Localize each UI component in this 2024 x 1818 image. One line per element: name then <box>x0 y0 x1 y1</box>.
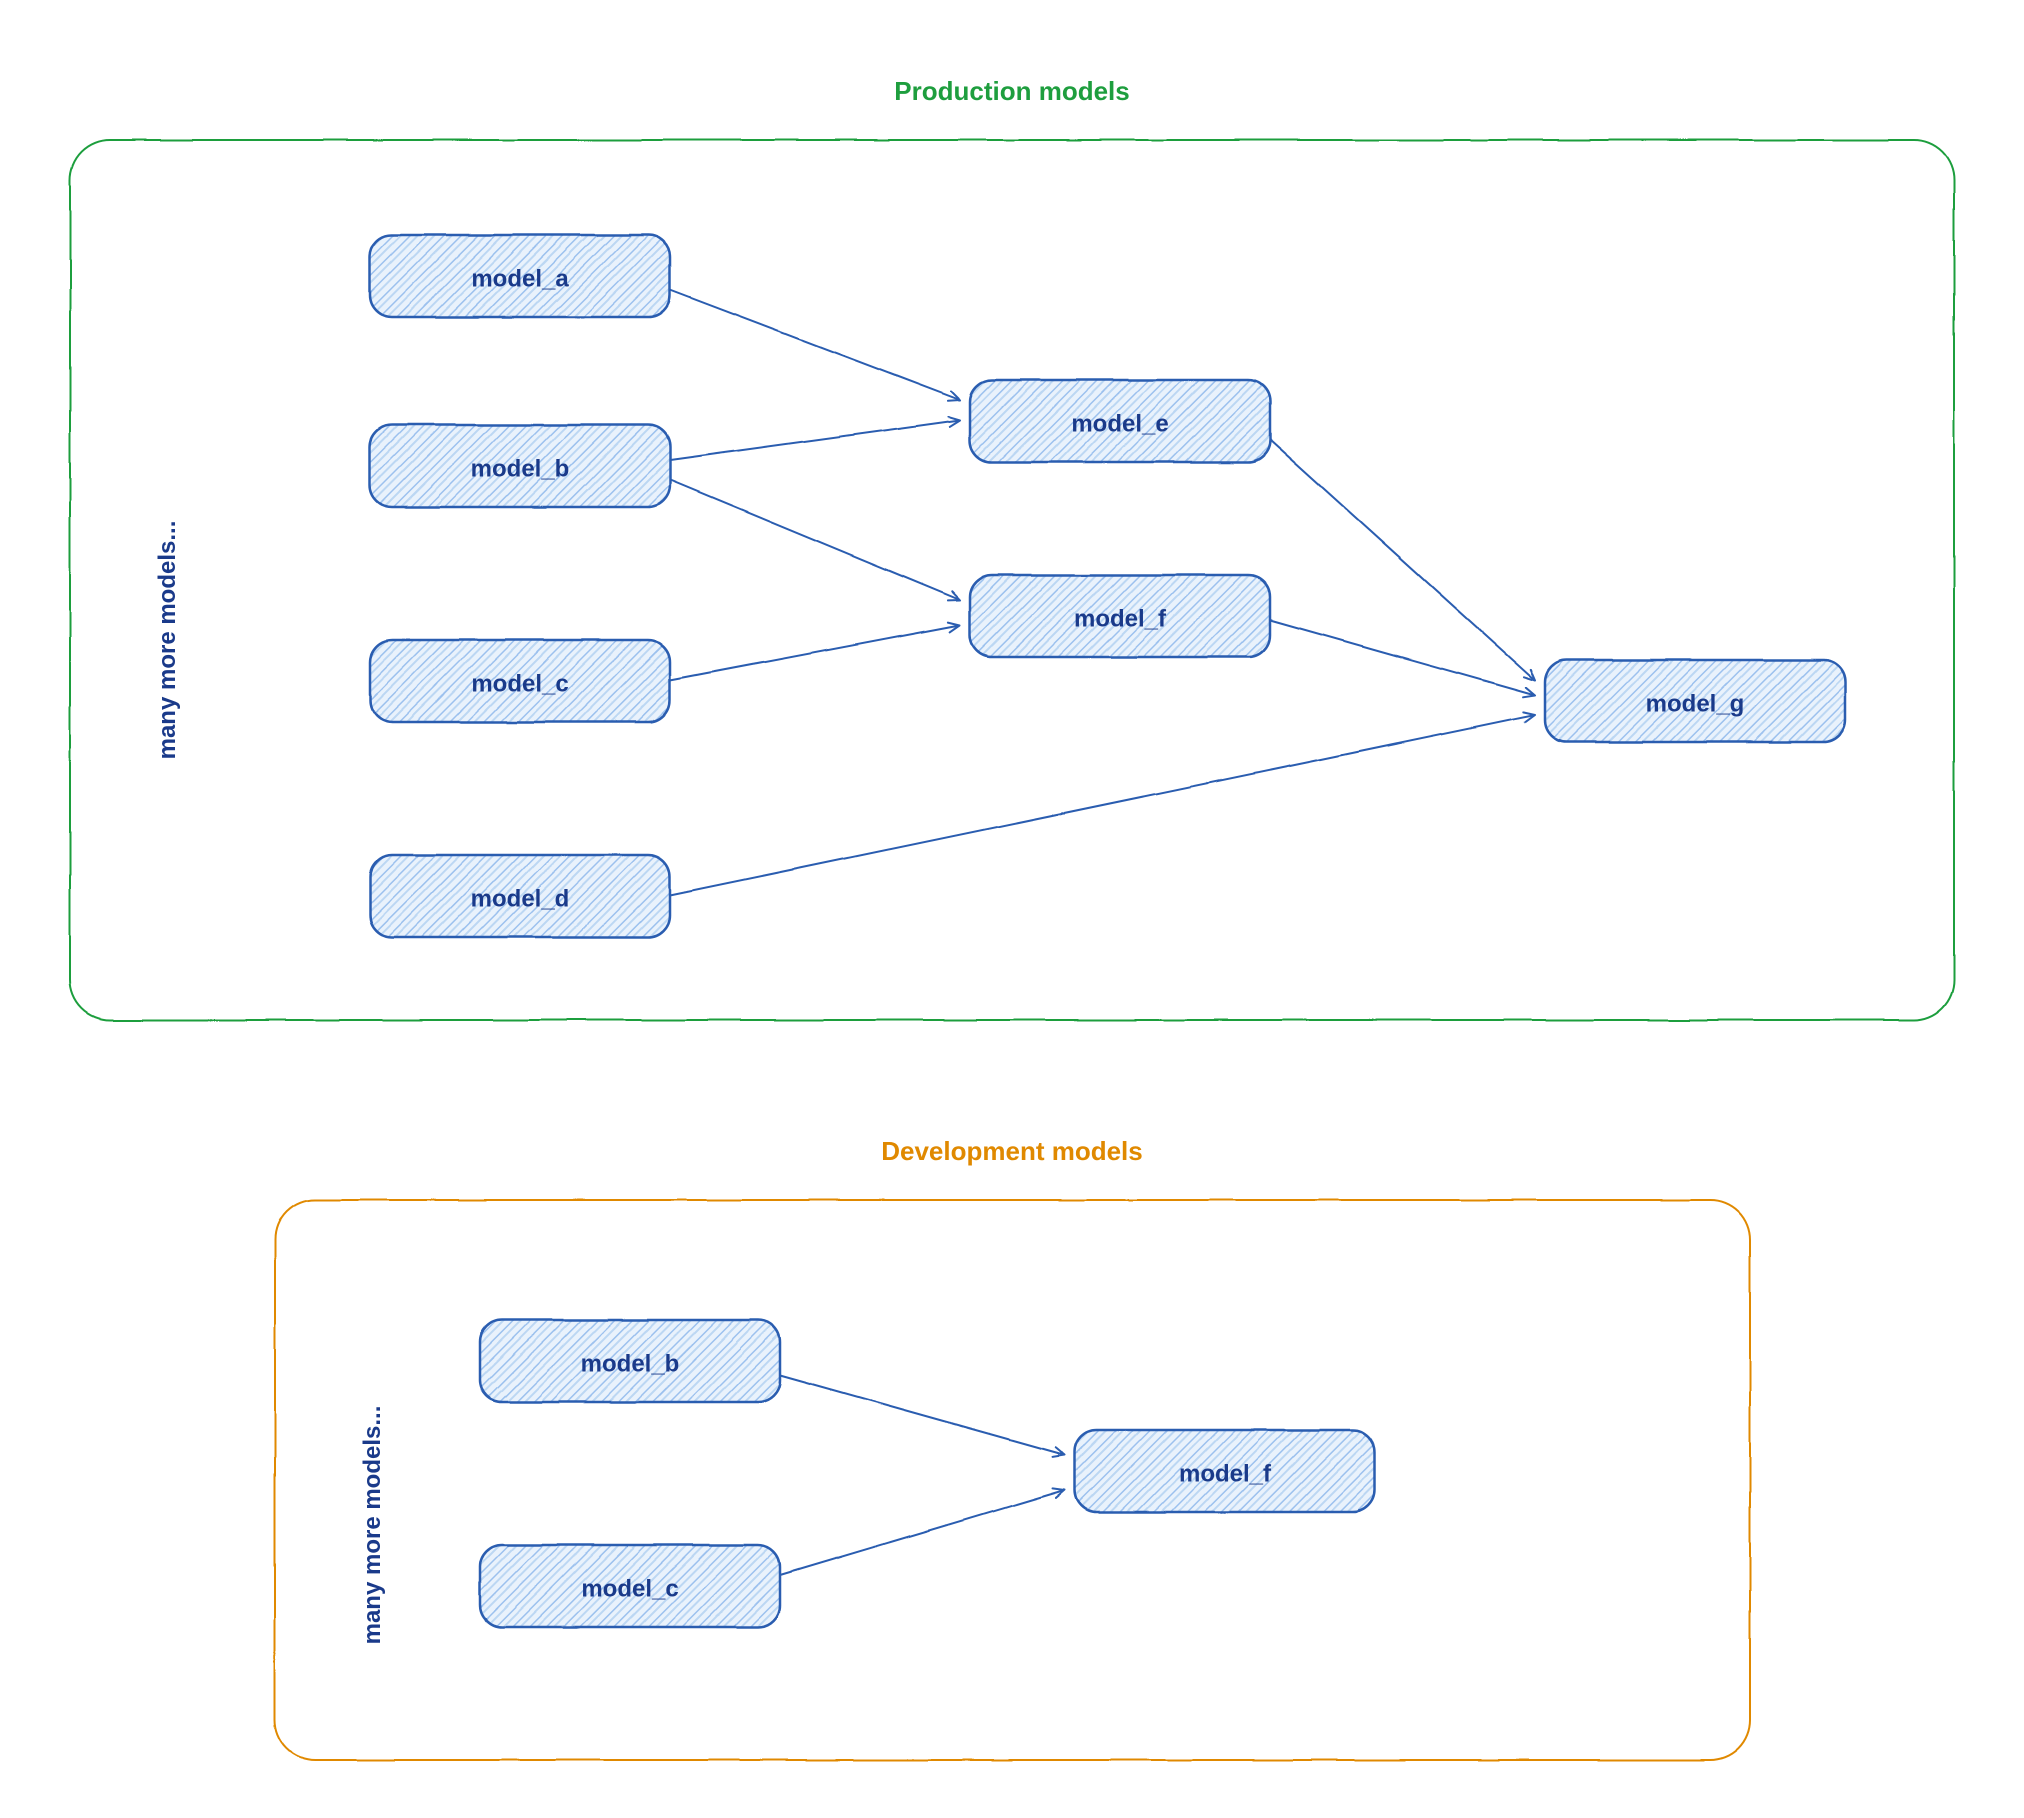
dev-node-model-c: model_c <box>480 1545 780 1627</box>
edge-b-f <box>670 480 960 600</box>
node-label: model_e <box>1071 410 1168 437</box>
node-label: model_a <box>471 265 569 292</box>
edge-f-g <box>1270 620 1535 695</box>
development-edges <box>780 1375 1065 1575</box>
development-group-frame <box>275 1200 1750 1760</box>
edge-dev-c-f <box>780 1490 1065 1575</box>
edge-dev-b-f <box>780 1375 1065 1455</box>
node-model-e: model_e <box>970 380 1270 462</box>
edge-a-e <box>670 290 960 400</box>
edge-c-f <box>670 625 960 680</box>
node-model-c: model_c <box>370 640 670 722</box>
development-title: Development models <box>881 1136 1143 1166</box>
node-label: model_f <box>1074 605 1167 632</box>
node-label: model_d <box>471 885 570 912</box>
production-title: Production models <box>894 76 1129 106</box>
node-label: model_f <box>1179 1460 1272 1487</box>
node-model-d: model_d <box>370 855 670 937</box>
node-model-a: model_a <box>370 235 670 317</box>
node-model-g: model_g <box>1545 660 1845 742</box>
dev-node-model-b: model_b <box>480 1320 780 1402</box>
production-side-note: many more models... <box>154 521 181 760</box>
node-label: model_c <box>471 670 568 697</box>
edge-b-e <box>670 420 960 460</box>
edge-d-g <box>670 715 1535 895</box>
node-label: model_g <box>1646 690 1745 717</box>
node-model-b: model_b <box>370 425 670 507</box>
development-side-note: many more models... <box>359 1406 386 1645</box>
node-label: model_c <box>581 1575 678 1602</box>
dev-node-model-f: model_f <box>1075 1430 1375 1512</box>
edge-e-g <box>1270 440 1535 680</box>
node-label: model_b <box>471 455 570 482</box>
node-model-f: model_f <box>970 575 1270 657</box>
node-label: model_b <box>581 1350 680 1377</box>
